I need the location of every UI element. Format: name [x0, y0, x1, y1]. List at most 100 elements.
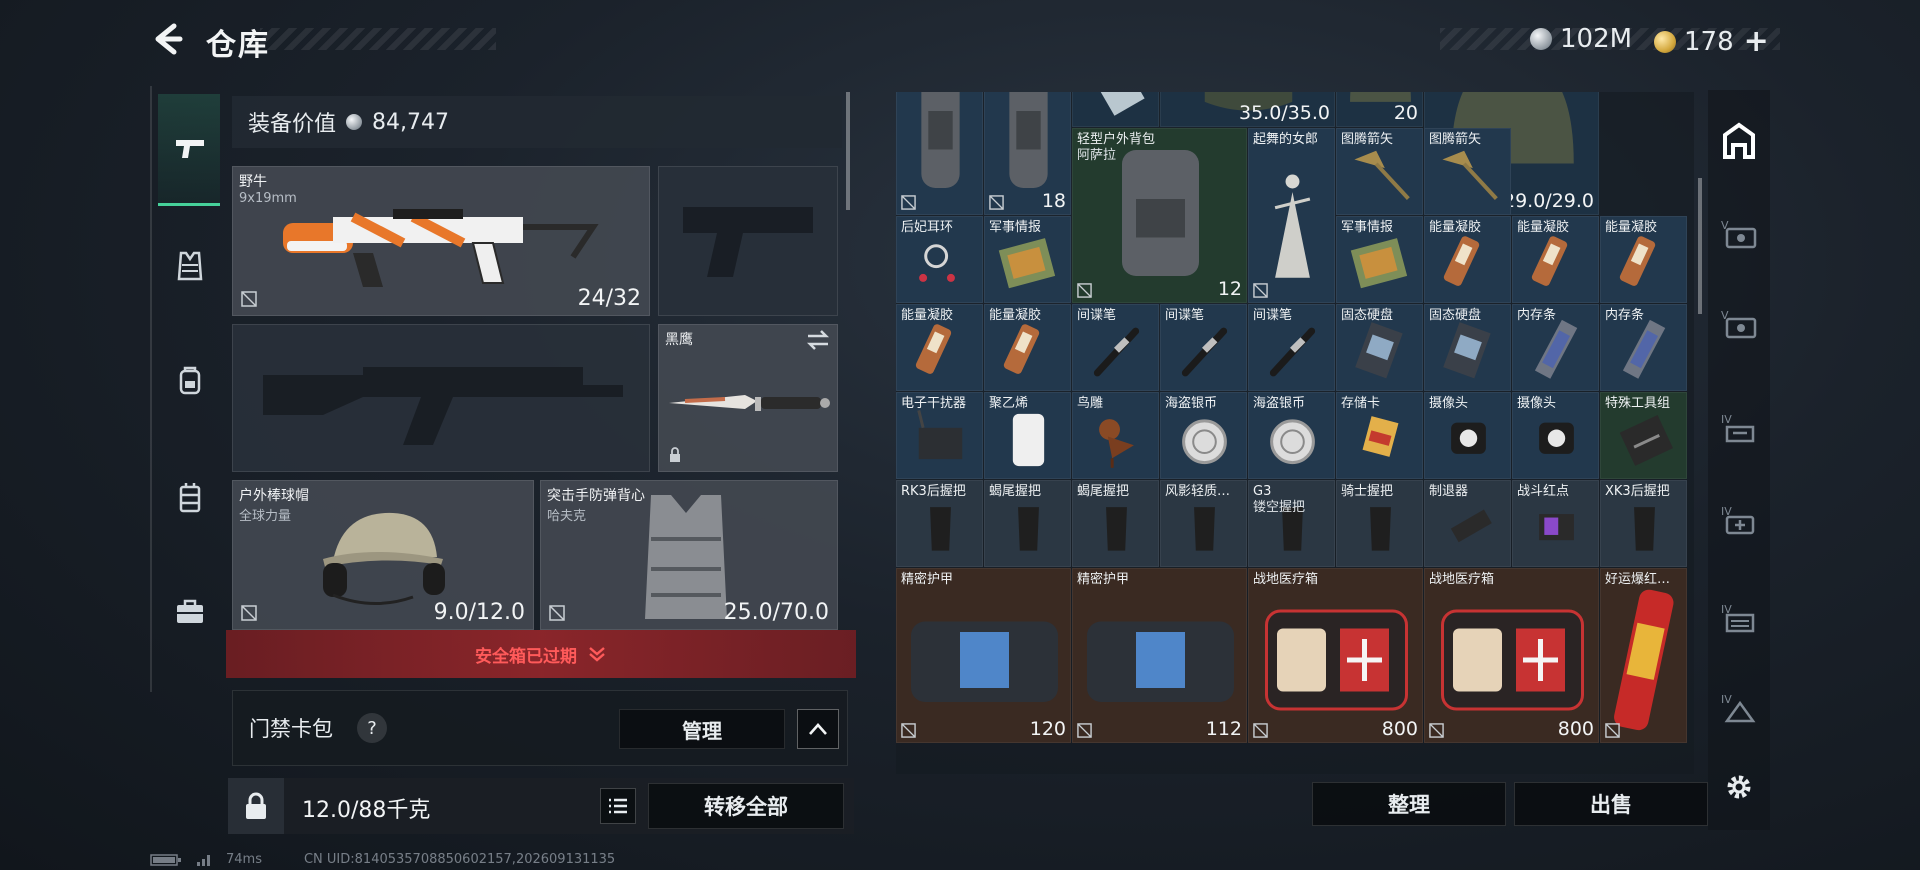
inventory-item[interactable]: 间谍笔 [1072, 304, 1159, 391]
inventory-item[interactable]: 20 [1336, 92, 1423, 127]
help-icon[interactable]: ? [357, 713, 387, 743]
sidebar-item-tools[interactable] [158, 580, 222, 644]
inventory-item[interactable]: 精密护甲 120 [896, 568, 1071, 743]
tab-warehouse-4[interactable]: IV [1718, 408, 1760, 450]
sidebar-item-weapons[interactable] [158, 116, 222, 180]
inventory-item[interactable]: 特殊工具组 [1600, 392, 1687, 479]
transfer-all-button[interactable]: 转移全部 [648, 783, 844, 829]
inventory-item[interactable]: 精密护甲 112 [1072, 568, 1247, 743]
inventory-item[interactable]: 内存条 [1512, 304, 1599, 391]
sidebar-item-rig[interactable] [158, 466, 222, 530]
sidearm-slot[interactable] [658, 166, 838, 316]
sort-button[interactable]: 整理 [1312, 782, 1506, 826]
safe-box-expired-banner[interactable]: 安全箱已过期 [226, 630, 856, 678]
melee-slot[interactable]: 黑鹰 [658, 324, 838, 472]
item-name: 后妃耳环 [901, 220, 954, 235]
item-count-value: 800 [1557, 718, 1594, 740]
inventory-item[interactable]: 好运爆红… [1600, 568, 1687, 743]
inventory-item[interactable]: 军事情报 [984, 216, 1071, 303]
item-count-value: 20 [1393, 102, 1418, 124]
item-count: 120 [1030, 718, 1066, 740]
manage-button[interactable]: 管理 [619, 709, 785, 749]
secondary-weapon-slot[interactable] [232, 324, 650, 472]
gold-coin-icon [1654, 30, 1676, 53]
left-scrollbar[interactable] [846, 92, 850, 210]
add-currency-button[interactable]: + [1744, 24, 1769, 59]
chest-rig-icon [179, 483, 201, 513]
helmet-durability: 9.0/12.0 [433, 600, 525, 625]
inventory-item[interactable]: 蝎尾握把 [984, 480, 1071, 567]
primary-weapon-slot[interactable]: 野牛 9x19mm 24/32 [232, 166, 650, 316]
inventory-item[interactable]: 哈夫克 [896, 92, 983, 215]
lock-button[interactable] [228, 778, 284, 834]
inventory-item[interactable]: 固态硬盘 [1336, 304, 1423, 391]
grid-scrollbar[interactable] [1698, 178, 1702, 314]
tab-warehouse-5[interactable]: V [1718, 214, 1760, 256]
inventory-item[interactable]: 能量凝胶 [984, 304, 1071, 391]
gold-currency[interactable]: 178 + [1654, 24, 1769, 59]
inventory-item[interactable]: XK3后握把 [1600, 480, 1687, 567]
inventory-item[interactable]: 图腾箭矢 [1424, 128, 1511, 215]
inventory-item[interactable]: 蝎尾握把 [1072, 480, 1159, 567]
gold-amount: 178 [1684, 26, 1734, 57]
equipment-value-amount: 84,747 [372, 109, 449, 135]
inventory-item[interactable]: 骑士握把 [1336, 480, 1423, 567]
list-view-button[interactable] [600, 788, 636, 824]
sidebar-item-backpack[interactable] [158, 348, 222, 412]
inventory-item[interactable]: 制退器 [1424, 480, 1511, 567]
tab-warehouse-all[interactable] [1718, 120, 1760, 162]
collapse-button[interactable] [797, 709, 839, 749]
warehouse-tabs: V V IV IV IV IV [1708, 90, 1770, 830]
vest-slot[interactable]: 突击手防弹背心 哈夫克 25.0/70.0 [540, 480, 838, 630]
card-pack-label: 门禁卡包 [249, 717, 333, 741]
cap-icon [323, 512, 445, 605]
inventory-item[interactable]: 间谍笔 [1248, 304, 1335, 391]
inventory-item[interactable]: 摄像头 [1424, 392, 1511, 479]
inventory-item[interactable]: 内存条 [1600, 304, 1687, 391]
helmet-slot[interactable]: 户外棒球帽 全球力量 9.0/12.0 [232, 480, 534, 630]
inventory-item[interactable]: 后妃耳环 [896, 216, 983, 303]
tab-warehouse-4c[interactable]: IV [1718, 598, 1760, 640]
inventory-item[interactable]: 摄像头 [1512, 392, 1599, 479]
settings-button[interactable] [1718, 766, 1760, 808]
inventory-item[interactable]: 固态硬盘 [1424, 304, 1511, 391]
item-name: 军事情报 [1341, 220, 1394, 235]
ping: 74ms [226, 852, 262, 867]
swap-icon[interactable] [805, 329, 831, 351]
inventory-item[interactable]: 轻型户外背包 阿萨拉 12 [1072, 128, 1247, 303]
inventory-item[interactable]: 战地医疗箱 800 [1424, 568, 1599, 743]
inventory-item[interactable]: 战地医疗箱 800 [1248, 568, 1423, 743]
inventory-item[interactable]: 军事情报 [1336, 216, 1423, 303]
inventory-item[interactable]: 鸟雕 [1072, 392, 1159, 479]
inventory-item[interactable]: G3 镂空握把 [1248, 480, 1335, 567]
chevron-up-icon [809, 723, 827, 735]
inventory-item[interactable]: 战斗红点 [1512, 480, 1599, 567]
inventory-item[interactable] [1072, 92, 1159, 127]
inventory-item[interactable]: 能量凝胶 [1600, 216, 1687, 303]
inventory-item[interactable]: 间谍笔 [1160, 304, 1247, 391]
inventory-item[interactable]: 存储卡 [1336, 392, 1423, 479]
inventory-item[interactable]: 聚乙烯 [984, 392, 1071, 479]
inventory-item[interactable]: 35.0/35.0 [1160, 92, 1335, 127]
tab-warehouse-5b[interactable]: V [1718, 304, 1760, 346]
inventory-item[interactable]: 海盗银币 [1248, 392, 1335, 479]
item-name: 军事情报 [989, 220, 1042, 235]
back-arrow-icon[interactable] [150, 22, 184, 56]
inventory-item[interactable]: 图腾箭矢 [1336, 128, 1423, 215]
inventory-item[interactable]: RK3后握把 [896, 480, 983, 567]
svg-text:IV: IV [1721, 693, 1732, 706]
inventory-item[interactable]: 起舞的女郎 [1248, 128, 1335, 303]
inventory-item[interactable]: 18 [984, 92, 1071, 215]
inventory-item[interactable]: 能量凝胶 [1512, 216, 1599, 303]
inventory-item[interactable]: 海盗银币 [1160, 392, 1247, 479]
inventory-item[interactable]: 电子干扰器 [896, 392, 983, 479]
vest-brand: 哈夫克 [547, 509, 587, 524]
double-chevron-down-icon [589, 647, 605, 662]
sell-button[interactable]: 出售 [1514, 782, 1708, 826]
inventory-item[interactable]: 能量凝胶 [896, 304, 983, 391]
inventory-item[interactable]: 风影轻质… [1160, 480, 1247, 567]
sidebar-item-armor[interactable] [158, 234, 222, 298]
inventory-item[interactable]: 能量凝胶 [1424, 216, 1511, 303]
tab-warehouse-4b[interactable]: IV [1718, 500, 1760, 542]
tab-warehouse-4d[interactable]: IV [1718, 688, 1760, 730]
